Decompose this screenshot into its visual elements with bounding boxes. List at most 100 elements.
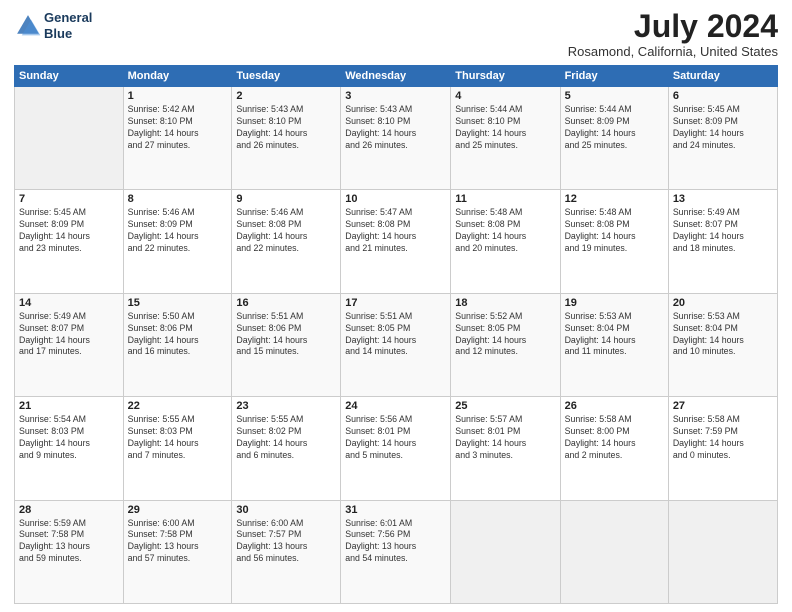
day-number: 13	[673, 193, 773, 205]
logo-text: General Blue	[44, 10, 92, 41]
day-cell: 15 Sunrise: 5:50 AM Sunset: 8:06 PM Dayli…	[123, 293, 232, 396]
day-cell: 24 Sunrise: 5:56 AM Sunset: 8:01 PM Dayli…	[341, 397, 451, 500]
day-number: 29	[128, 504, 228, 516]
day-number: 17	[345, 297, 446, 309]
day-info: Sunrise: 5:55 AM Sunset: 8:02 PM Dayligh…	[236, 414, 336, 462]
day-cell: 26Sunrise: 5:58 AM Sunset: 8:00 PM Dayli…	[560, 397, 668, 500]
day-cell: 13 Sunrise: 5:49 AM Sunset: 8:07 PM Dayli…	[668, 190, 777, 293]
day-info: Sunrise: 5:44 AM Sunset: 8:09 PM Dayligh…	[565, 104, 664, 152]
weekday-header-monday: Monday	[123, 66, 232, 87]
day-info: Sunrise: 5:52 AM Sunset: 8:05 PM Dayligh…	[455, 311, 555, 359]
day-number: 5	[565, 90, 664, 102]
week-row-1: 1Sunrise: 5:42 AM Sunset: 8:10 PM Daylig…	[15, 87, 778, 190]
day-cell	[560, 500, 668, 603]
day-cell	[451, 500, 560, 603]
week-row-2: 7Sunrise: 5:45 AM Sunset: 8:09 PM Daylig…	[15, 190, 778, 293]
day-cell: 1Sunrise: 5:42 AM Sunset: 8:10 PM Daylig…	[123, 87, 232, 190]
page: General Blue July 2024 Rosamond, Califor…	[0, 0, 792, 612]
day-cell: 29Sunrise: 6:00 AM Sunset: 7:58 PM Dayli…	[123, 500, 232, 603]
day-info: Sunrise: 5:50 AM Sunset: 8:06 PM Dayligh…	[128, 311, 228, 359]
day-number: 22	[128, 400, 228, 412]
day-info: Sunrise: 6:01 AM Sunset: 7:56 PM Dayligh…	[345, 518, 446, 566]
day-cell: 20Sunrise: 5:53 AM Sunset: 8:04 PM Dayli…	[668, 293, 777, 396]
day-cell: 5 Sunrise: 5:44 AM Sunset: 8:09 PM Daylig…	[560, 87, 668, 190]
day-cell: 17 Sunrise: 5:51 AM Sunset: 8:05 PM Dayli…	[341, 293, 451, 396]
day-info: Sunrise: 5:45 AM Sunset: 8:09 PM Dayligh…	[19, 207, 119, 255]
day-cell: 11 Sunrise: 5:48 AM Sunset: 8:08 PM Dayli…	[451, 190, 560, 293]
day-number: 14	[19, 297, 119, 309]
day-info: Sunrise: 5:51 AM Sunset: 8:06 PM Dayligh…	[236, 311, 336, 359]
header: General Blue July 2024 Rosamond, Califor…	[14, 10, 778, 59]
weekday-header-friday: Friday	[560, 66, 668, 87]
day-number: 28	[19, 504, 119, 516]
day-info: Sunrise: 5:48 AM Sunset: 8:08 PM Dayligh…	[455, 207, 555, 255]
day-info: Sunrise: 5:49 AM Sunset: 8:07 PM Dayligh…	[673, 207, 773, 255]
weekday-header-sunday: Sunday	[15, 66, 124, 87]
week-row-4: 21Sunrise: 5:54 AM Sunset: 8:03 PM Dayli…	[15, 397, 778, 500]
day-cell: 16 Sunrise: 5:51 AM Sunset: 8:06 PM Dayli…	[232, 293, 341, 396]
day-number: 31	[345, 504, 446, 516]
day-number: 25	[455, 400, 555, 412]
day-cell: 10 Sunrise: 5:47 AM Sunset: 8:08 PM Dayli…	[341, 190, 451, 293]
day-info: Sunrise: 5:53 AM Sunset: 8:04 PM Dayligh…	[673, 311, 773, 359]
day-info: Sunrise: 5:45 AM Sunset: 8:09 PM Dayligh…	[673, 104, 773, 152]
day-cell: 4 Sunrise: 5:44 AM Sunset: 8:10 PM Daylig…	[451, 87, 560, 190]
day-number: 12	[565, 193, 664, 205]
day-number: 30	[236, 504, 336, 516]
day-number: 8	[128, 193, 228, 205]
day-number: 1	[128, 90, 228, 102]
day-cell: 8 Sunrise: 5:46 AM Sunset: 8:09 PM Daylig…	[123, 190, 232, 293]
day-info: Sunrise: 5:56 AM Sunset: 8:01 PM Dayligh…	[345, 414, 446, 462]
day-number: 4	[455, 90, 555, 102]
day-cell: 9Sunrise: 5:46 AM Sunset: 8:08 PM Daylig…	[232, 190, 341, 293]
day-number: 15	[128, 297, 228, 309]
day-info: Sunrise: 5:46 AM Sunset: 8:09 PM Dayligh…	[128, 207, 228, 255]
day-info: Sunrise: 5:49 AM Sunset: 8:07 PM Dayligh…	[19, 311, 119, 359]
day-number: 10	[345, 193, 446, 205]
day-number: 21	[19, 400, 119, 412]
day-number: 23	[236, 400, 336, 412]
day-info: Sunrise: 5:44 AM Sunset: 8:10 PM Dayligh…	[455, 104, 555, 152]
day-cell: 6Sunrise: 5:45 AM Sunset: 8:09 PM Daylig…	[668, 87, 777, 190]
logo: General Blue	[14, 10, 92, 41]
day-number: 24	[345, 400, 446, 412]
day-cell: 27Sunrise: 5:58 AM Sunset: 7:59 PM Dayli…	[668, 397, 777, 500]
day-info: Sunrise: 5:47 AM Sunset: 8:08 PM Dayligh…	[345, 207, 446, 255]
day-number: 16	[236, 297, 336, 309]
day-cell: 30 Sunrise: 6:00 AM Sunset: 7:57 PM Dayli…	[232, 500, 341, 603]
day-info: Sunrise: 5:46 AM Sunset: 8:08 PM Dayligh…	[236, 207, 336, 255]
location: Rosamond, California, United States	[568, 44, 778, 59]
day-cell: 14 Sunrise: 5:49 AM Sunset: 8:07 PM Dayli…	[15, 293, 124, 396]
weekday-header-row: SundayMondayTuesdayWednesdayThursdayFrid…	[15, 66, 778, 87]
day-info: Sunrise: 5:51 AM Sunset: 8:05 PM Dayligh…	[345, 311, 446, 359]
day-cell: 28Sunrise: 5:59 AM Sunset: 7:58 PM Dayli…	[15, 500, 124, 603]
day-info: Sunrise: 5:57 AM Sunset: 8:01 PM Dayligh…	[455, 414, 555, 462]
day-number: 26	[565, 400, 664, 412]
day-cell: 3Sunrise: 5:43 AM Sunset: 8:10 PM Daylig…	[341, 87, 451, 190]
logo-line2: Blue	[44, 26, 92, 42]
weekday-header-tuesday: Tuesday	[232, 66, 341, 87]
day-info: Sunrise: 5:43 AM Sunset: 8:10 PM Dayligh…	[345, 104, 446, 152]
day-cell: 18 Sunrise: 5:52 AM Sunset: 8:05 PM Dayli…	[451, 293, 560, 396]
day-number: 11	[455, 193, 555, 205]
day-number: 27	[673, 400, 773, 412]
day-cell	[15, 87, 124, 190]
month-year: July 2024	[568, 10, 778, 42]
calendar-header: SundayMondayTuesdayWednesdayThursdayFrid…	[15, 66, 778, 87]
day-cell: 19Sunrise: 5:53 AM Sunset: 8:04 PM Dayli…	[560, 293, 668, 396]
day-cell: 31 Sunrise: 6:01 AM Sunset: 7:56 PM Dayli…	[341, 500, 451, 603]
day-cell: 7Sunrise: 5:45 AM Sunset: 8:09 PM Daylig…	[15, 190, 124, 293]
day-number: 19	[565, 297, 664, 309]
day-number: 2	[236, 90, 336, 102]
day-info: Sunrise: 6:00 AM Sunset: 7:57 PM Dayligh…	[236, 518, 336, 566]
week-row-3: 14 Sunrise: 5:49 AM Sunset: 8:07 PM Dayli…	[15, 293, 778, 396]
day-cell: 12 Sunrise: 5:48 AM Sunset: 8:08 PM Dayli…	[560, 190, 668, 293]
weekday-header-wednesday: Wednesday	[341, 66, 451, 87]
day-cell: 25 Sunrise: 5:57 AM Sunset: 8:01 PM Dayli…	[451, 397, 560, 500]
day-info: Sunrise: 5:48 AM Sunset: 8:08 PM Dayligh…	[565, 207, 664, 255]
day-info: Sunrise: 5:55 AM Sunset: 8:03 PM Dayligh…	[128, 414, 228, 462]
week-row-5: 28Sunrise: 5:59 AM Sunset: 7:58 PM Dayli…	[15, 500, 778, 603]
day-number: 18	[455, 297, 555, 309]
calendar-table: SundayMondayTuesdayWednesdayThursdayFrid…	[14, 65, 778, 604]
day-cell: 21Sunrise: 5:54 AM Sunset: 8:03 PM Dayli…	[15, 397, 124, 500]
